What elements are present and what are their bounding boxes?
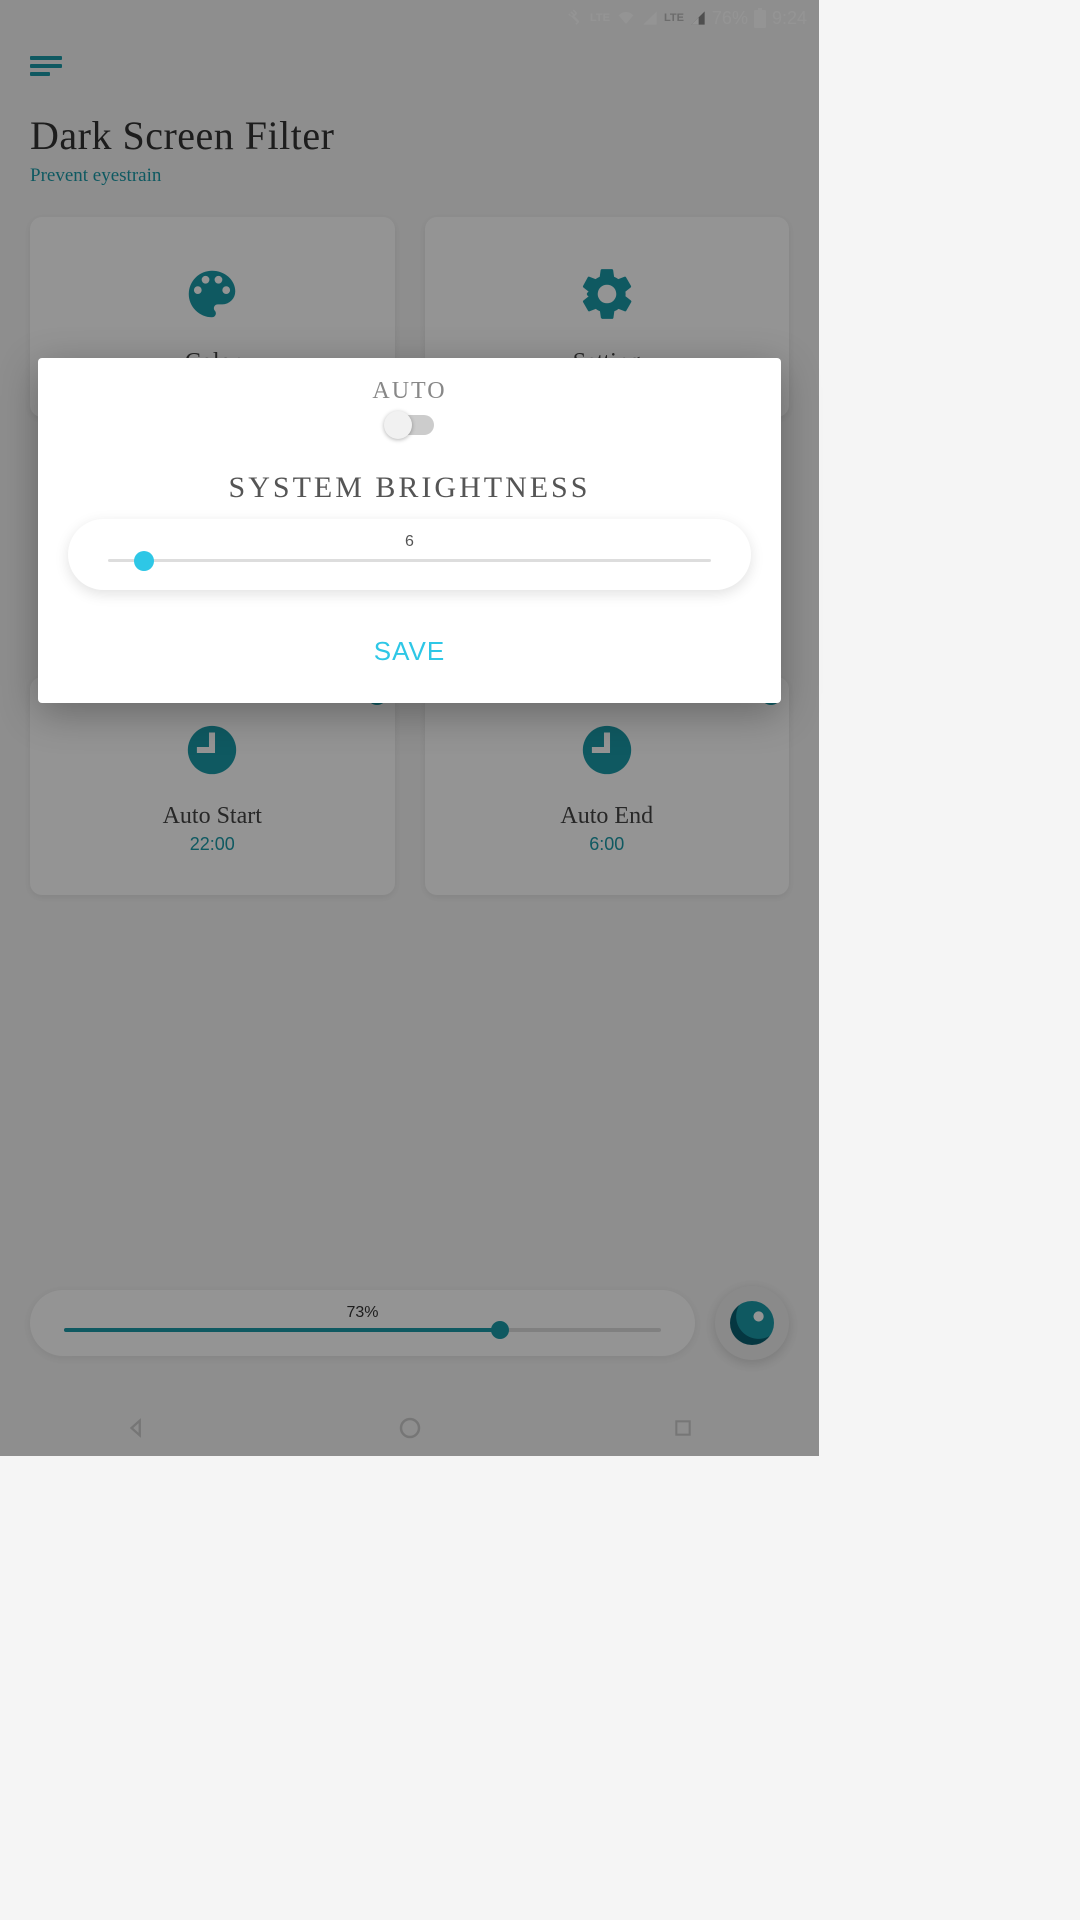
brightness-slider[interactable] — [108, 559, 711, 562]
brightness-slider-container: 6 — [68, 519, 751, 590]
brightness-value: 6 — [108, 533, 711, 551]
brightness-dialog: AUTO SYSTEM BRIGHTNESS 6 SAVE — [38, 358, 781, 703]
auto-toggle[interactable] — [386, 415, 434, 435]
auto-label: AUTO — [68, 378, 751, 405]
dialog-heading: SYSTEM BRIGHTNESS — [68, 471, 751, 505]
save-button[interactable]: SAVE — [68, 636, 751, 667]
toggle-thumb — [384, 411, 412, 439]
modal-overlay[interactable] — [0, 0, 819, 1456]
